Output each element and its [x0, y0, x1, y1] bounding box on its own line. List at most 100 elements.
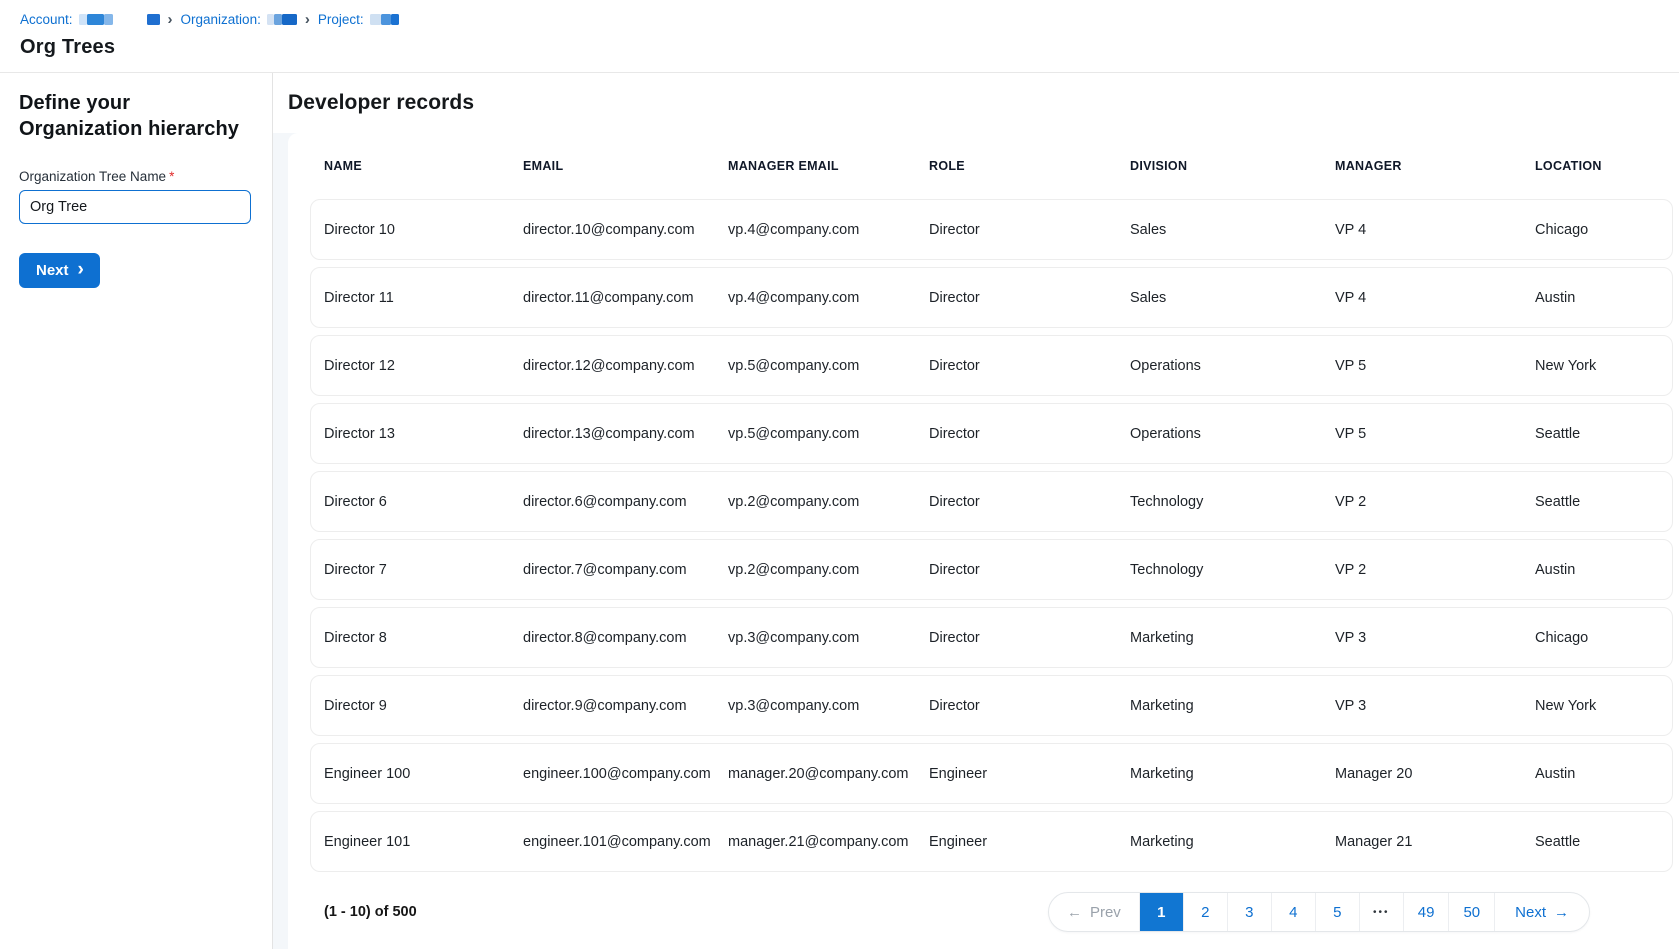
section-title: Developer records: [273, 73, 1679, 133]
cell-manager-email: manager.21@company.com: [728, 834, 929, 850]
cell-name: Director 7: [324, 562, 523, 578]
pagination-page-4[interactable]: 4: [1272, 893, 1316, 931]
cell-manager-email: vp.3@company.com: [728, 698, 929, 714]
arrow-right-icon: →: [1554, 905, 1569, 920]
breadcrumb-label: Project:: [318, 12, 364, 27]
cell-manager: VP 5: [1335, 426, 1535, 442]
page-title: Org Trees: [20, 36, 1679, 59]
cell-email: director.13@company.com: [523, 426, 728, 442]
column-header-division: DIVISION: [1130, 159, 1335, 173]
cell-manager-email: manager.20@company.com: [728, 766, 929, 782]
cell-role: Director: [929, 426, 1130, 442]
cell-email: engineer.100@company.com: [523, 766, 728, 782]
table-row: Director 9director.9@company.comvp.3@com…: [310, 675, 1673, 736]
cell-name: Engineer 100: [324, 766, 523, 782]
cell-location: New York: [1535, 358, 1672, 374]
column-header-location: LOCATION: [1535, 159, 1679, 173]
breadcrumb-separator-icon: ›: [305, 12, 310, 27]
cell-division: Technology: [1130, 494, 1335, 510]
cell-role: Director: [929, 562, 1130, 578]
cell-manager: VP 3: [1335, 698, 1535, 714]
cell-email: director.11@company.com: [523, 290, 728, 306]
pagination-page-50[interactable]: 50: [1449, 893, 1495, 931]
cell-location: Austin: [1535, 562, 1672, 578]
top-header: Account: › Organization: › Project: Org Tree…: [0, 0, 1679, 73]
cell-name: Director 6: [324, 494, 523, 510]
chevron-right-icon: ›: [78, 260, 84, 279]
next-button[interactable]: Next ›: [19, 253, 100, 288]
cell-name: Director 8: [324, 630, 523, 646]
cell-email: director.8@company.com: [523, 630, 728, 646]
pagination-page-5[interactable]: 5: [1316, 893, 1360, 931]
cell-location: New York: [1535, 698, 1672, 714]
cell-manager-email: vp.4@company.com: [728, 222, 929, 238]
sidebar-heading: Define your Organization hierarchy: [19, 90, 253, 143]
table-footer: (1 - 10) of 500 ← Prev 12345•••4950 Next…: [288, 879, 1679, 932]
main-content: Developer records NAMEEMAILMANAGER EMAIL…: [273, 73, 1679, 949]
breadcrumb-item[interactable]: Project:: [318, 12, 399, 27]
pagination-page-2[interactable]: 2: [1184, 893, 1228, 931]
arrow-left-icon: ←: [1067, 905, 1082, 920]
table-row: Engineer 100engineer.100@company.commana…: [310, 743, 1673, 804]
cell-role: Director: [929, 290, 1130, 306]
cell-division: Technology: [1130, 562, 1335, 578]
table-row: Director 7director.7@company.comvp.2@com…: [310, 539, 1673, 600]
cell-name: Director 12: [324, 358, 523, 374]
cell-division: Marketing: [1130, 630, 1335, 646]
breadcrumb-item[interactable]: Account:: [20, 12, 160, 27]
cell-email: engineer.101@company.com: [523, 834, 728, 850]
table-row: Director 11director.11@company.comvp.4@c…: [310, 267, 1673, 328]
tree-name-label: Organization Tree Name*: [19, 169, 253, 184]
content-panel: NAMEEMAILMANAGER EMAILROLEDIVISIONMANAGE…: [273, 133, 1679, 949]
redacted-text-block: [267, 14, 297, 25]
cell-manager: VP 4: [1335, 222, 1535, 238]
cell-name: Director 11: [324, 290, 523, 306]
cell-location: Seattle: [1535, 834, 1672, 850]
redacted-text-block: [147, 14, 160, 25]
cell-role: Engineer: [929, 834, 1130, 850]
cell-manager: VP 4: [1335, 290, 1535, 306]
table-body: Director 10director.10@company.comvp.4@c…: [288, 199, 1679, 872]
records-card: NAMEEMAILMANAGER EMAILROLEDIVISIONMANAGE…: [288, 133, 1679, 949]
cell-division: Operations: [1130, 426, 1335, 442]
pagination-summary: (1 - 10) of 500: [324, 904, 417, 920]
table-row: Director 8director.8@company.comvp.3@com…: [310, 607, 1673, 668]
tree-name-input[interactable]: [19, 190, 251, 224]
cell-role: Engineer: [929, 766, 1130, 782]
breadcrumb-item[interactable]: Organization:: [181, 12, 297, 27]
cell-manager-email: vp.2@company.com: [728, 562, 929, 578]
redacted-text-block: [79, 14, 113, 25]
pagination-next-button[interactable]: Next →: [1495, 893, 1589, 931]
breadcrumb-separator-icon: ›: [168, 12, 173, 27]
cell-name: Engineer 101: [324, 834, 523, 850]
cell-manager: Manager 20: [1335, 766, 1535, 782]
cell-division: Sales: [1130, 222, 1335, 238]
cell-location: Seattle: [1535, 494, 1672, 510]
cell-manager: VP 3: [1335, 630, 1535, 646]
pagination-page-3[interactable]: 3: [1228, 893, 1272, 931]
next-button-label: Next: [36, 262, 69, 279]
table-row: Director 6director.6@company.comvp.2@com…: [310, 471, 1673, 532]
cell-email: director.7@company.com: [523, 562, 728, 578]
cell-name: Director 10: [324, 222, 523, 238]
table-row: Director 12director.12@company.comvp.5@c…: [310, 335, 1673, 396]
cell-manager: VP 2: [1335, 494, 1535, 510]
cell-role: Director: [929, 630, 1130, 646]
pagination-prev-button[interactable]: ← Prev: [1049, 893, 1140, 931]
breadcrumb-label: Organization:: [181, 12, 261, 27]
cell-email: director.9@company.com: [523, 698, 728, 714]
pagination-page-49[interactable]: 49: [1404, 893, 1450, 931]
pagination-page-1[interactable]: 1: [1140, 893, 1184, 931]
cell-manager: VP 5: [1335, 358, 1535, 374]
cell-name: Director 13: [324, 426, 523, 442]
cell-manager-email: vp.3@company.com: [728, 630, 929, 646]
cell-email: director.6@company.com: [523, 494, 728, 510]
cell-role: Director: [929, 358, 1130, 374]
column-header-role: ROLE: [929, 159, 1130, 173]
pagination-ellipsis: •••: [1360, 893, 1404, 931]
cell-location: Chicago: [1535, 222, 1672, 238]
cell-manager-email: vp.5@company.com: [728, 358, 929, 374]
required-asterisk: *: [169, 169, 174, 184]
cell-location: Austin: [1535, 766, 1672, 782]
cell-division: Marketing: [1130, 766, 1335, 782]
